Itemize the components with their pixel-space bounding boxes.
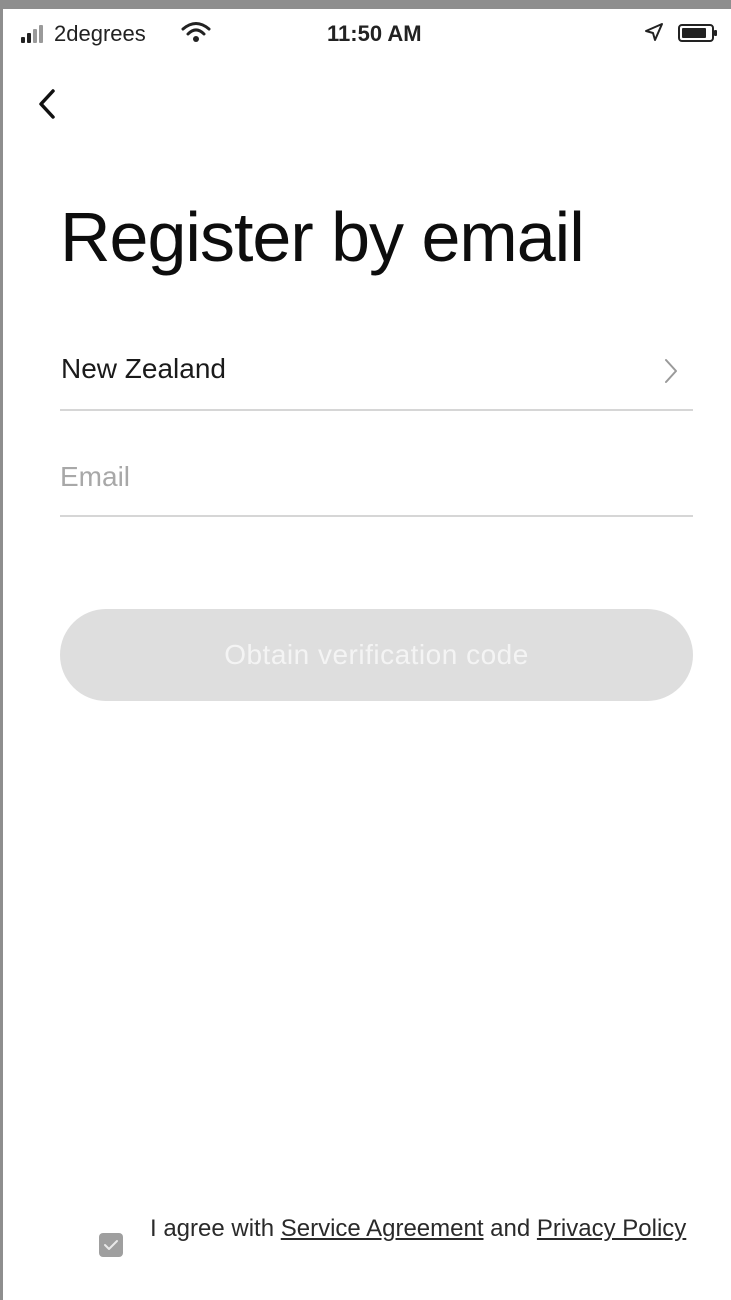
country-selector[interactable]: New Zealand [60, 329, 693, 411]
carrier-name: 2degrees [54, 21, 146, 46]
chevron-right-icon [665, 359, 677, 383]
wifi-icon [181, 22, 211, 42]
status-time: 11:50 AM [327, 21, 422, 46]
agreement-conjunction: and [483, 1215, 537, 1242]
page-title: Register by email [60, 198, 585, 276]
country-value: New Zealand [61, 353, 226, 384]
agreement-checkbox[interactable] [99, 1233, 123, 1257]
obtain-verification-code-button[interactable]: Obtain verification code [60, 609, 693, 701]
service-agreement-link[interactable]: Service Agreement [281, 1215, 484, 1242]
agreement-prefix: I agree with [150, 1215, 281, 1242]
cellular-signal-icon [21, 25, 51, 43]
privacy-policy-link[interactable]: Privacy Policy [537, 1215, 686, 1242]
agreement-text: I agree with Service Agreement and Priva… [150, 1211, 690, 1247]
register-screen: 2degrees 11:50 AM Register by email New … [0, 0, 731, 1300]
email-field-row [60, 437, 693, 517]
checkbox-checked-icon [104, 1240, 118, 1250]
battery-icon [678, 24, 717, 42]
location-arrow-icon [645, 23, 663, 41]
status-bar: 2degrees 11:50 AM [3, 9, 731, 53]
back-button[interactable] [33, 79, 73, 129]
email-input[interactable] [60, 455, 680, 499]
